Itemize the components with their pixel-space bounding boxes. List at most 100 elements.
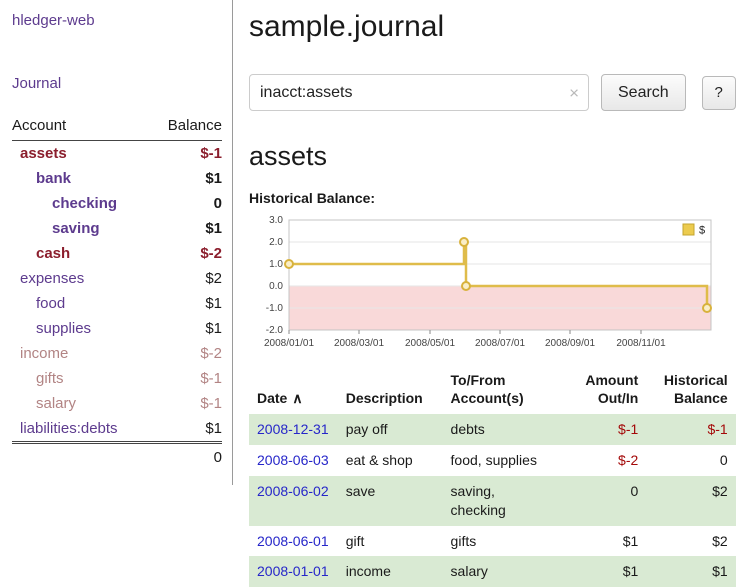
register-row: 2008-06-02 save saving, checking 0 $2 [249, 476, 736, 526]
account-balance: $-1 [151, 366, 222, 391]
transaction-balance: $1 [646, 556, 735, 587]
help-button[interactable]: ? [702, 76, 736, 110]
svg-text:3.0: 3.0 [269, 215, 283, 226]
account-row-bank: bank $1 [12, 166, 222, 191]
transaction-balance: $2 [646, 476, 735, 526]
transaction-accounts: gifts [443, 526, 572, 557]
sort-ascending-icon: ∧ [292, 390, 302, 406]
search-button[interactable]: Search [601, 74, 686, 111]
search-box: × [249, 74, 589, 111]
register-row: 2008-06-03 eat & shop food, supplies $-2… [249, 445, 736, 476]
transaction-amount: $-2 [572, 445, 646, 476]
chart-title: Historical Balance: [249, 190, 736, 206]
transaction-date-link[interactable]: 2008-06-03 [257, 452, 329, 468]
transaction-accounts: saving, checking [443, 476, 572, 526]
sidebar-item-journal: Journal [12, 75, 222, 92]
account-link-salary[interactable]: salary [36, 395, 76, 412]
accounts-total-value: 0 [151, 443, 222, 472]
account-row-income: income $-2 [12, 341, 222, 366]
account-balance: $-2 [151, 241, 222, 266]
transaction-date-link[interactable]: 2008-01-01 [257, 563, 329, 579]
svg-text:0.0: 0.0 [269, 281, 283, 292]
account-link-food[interactable]: food [36, 295, 65, 312]
transaction-balance: $2 [646, 526, 735, 557]
transaction-description: eat & shop [338, 445, 443, 476]
transaction-date-link[interactable]: 2008-12-31 [257, 421, 329, 437]
svg-text:2008/09/01: 2008/09/01 [545, 338, 595, 349]
legend-swatch [683, 224, 694, 235]
transaction-description: income [338, 556, 443, 587]
svg-text:2008/05/01: 2008/05/01 [405, 338, 455, 349]
account-link-income[interactable]: income [20, 345, 68, 362]
account-row-food: food $1 [12, 291, 222, 316]
clear-search-icon[interactable]: × [569, 84, 579, 101]
historical-balance-chart: 3.0 2.0 1.0 0.0 -1.0 -2.0 2008/01/01 200… [249, 210, 727, 356]
account-row-liabilities-debts: liabilities:debts $1 [12, 416, 222, 443]
app-title: hledger-web [12, 12, 222, 29]
account-balance: $2 [151, 266, 222, 291]
chart-x-axis: 2008/01/01 2008/03/01 2008/05/01 2008/07… [264, 338, 666, 349]
account-row-assets: assets $-1 [12, 141, 222, 167]
account-link-gifts[interactable]: gifts [36, 370, 64, 387]
accounts-header-row: Account Balance [12, 114, 222, 141]
search-input[interactable] [249, 74, 589, 111]
register-header-row: Date∧ Description To/From Account(s) Amo… [249, 368, 736, 414]
accounts-total-row: 0 [12, 443, 222, 472]
svg-text:2008/07/01: 2008/07/01 [475, 338, 525, 349]
account-link-supplies[interactable]: supplies [36, 320, 91, 337]
accounts-table: Account Balance assets $-1 bank $1 check… [12, 114, 222, 471]
account-link-expenses[interactable]: expenses [20, 270, 84, 287]
account-link-liabilities-debts[interactable]: liabilities:debts [20, 420, 118, 437]
chart-legend: $ [683, 224, 705, 237]
transaction-description: gift [338, 526, 443, 557]
account-balance: $-2 [151, 341, 222, 366]
account-balance: $-1 [151, 141, 222, 167]
account-link-saving[interactable]: saving [52, 220, 100, 237]
account-link-cash[interactable]: cash [36, 245, 70, 262]
account-balance: 0 [151, 191, 222, 216]
register-row: 2008-06-01 gift gifts $1 $2 [249, 526, 736, 557]
transaction-accounts: salary [443, 556, 572, 587]
register-table: Date∧ Description To/From Account(s) Amo… [249, 368, 736, 587]
register-col-account[interactable]: To/From Account(s) [443, 368, 572, 414]
register-row: 2008-01-01 income salary $1 $1 [249, 556, 736, 587]
register-col-date[interactable]: Date∧ [249, 368, 338, 414]
main-content: sample.journal × Search ? assets Histori… [233, 0, 742, 587]
account-heading: assets [249, 141, 736, 172]
account-balance: $1 [151, 166, 222, 191]
transaction-accounts: food, supplies [443, 445, 572, 476]
transaction-amount: $-1 [572, 414, 646, 445]
transaction-date-link[interactable]: 2008-06-01 [257, 533, 329, 549]
account-balance: $1 [151, 216, 222, 241]
transaction-balance: 0 [646, 445, 735, 476]
account-row-salary: salary $-1 [12, 391, 222, 416]
app-title-link[interactable]: hledger-web [12, 12, 95, 29]
register-row: 2008-12-31 pay off debts $-1 $-1 [249, 414, 736, 445]
register-col-balance[interactable]: Historical Balance [646, 368, 735, 414]
svg-text:2008/11/01: 2008/11/01 [616, 338, 666, 349]
svg-text:2.0: 2.0 [269, 237, 283, 248]
register-col-description[interactable]: Description [338, 368, 443, 414]
account-row-cash: cash $-2 [12, 241, 222, 266]
journal-link[interactable]: Journal [12, 75, 61, 92]
transaction-balance: $-1 [646, 414, 735, 445]
account-row-checking: checking 0 [12, 191, 222, 216]
svg-text:2008/03/01: 2008/03/01 [334, 338, 384, 349]
account-balance: $1 [151, 291, 222, 316]
transaction-description: pay off [338, 414, 443, 445]
chart-x-ticks [289, 330, 641, 334]
app-window: hledger-web Journal Account Balance asse… [0, 0, 742, 587]
account-link-bank[interactable]: bank [36, 170, 71, 187]
transaction-amount: $1 [572, 556, 646, 587]
account-link-checking[interactable]: checking [52, 195, 117, 212]
account-link-assets[interactable]: assets [20, 145, 67, 162]
accounts-col-account: Account [12, 114, 151, 141]
account-row-gifts: gifts $-1 [12, 366, 222, 391]
register-col-amount[interactable]: Amount Out/In [572, 368, 646, 414]
transaction-date-link[interactable]: 2008-06-02 [257, 483, 329, 499]
account-balance: $-1 [151, 391, 222, 416]
page-title: sample.journal [249, 10, 736, 44]
transaction-amount: $1 [572, 526, 646, 557]
account-row-saving: saving $1 [12, 216, 222, 241]
svg-text:-2.0: -2.0 [266, 325, 284, 336]
